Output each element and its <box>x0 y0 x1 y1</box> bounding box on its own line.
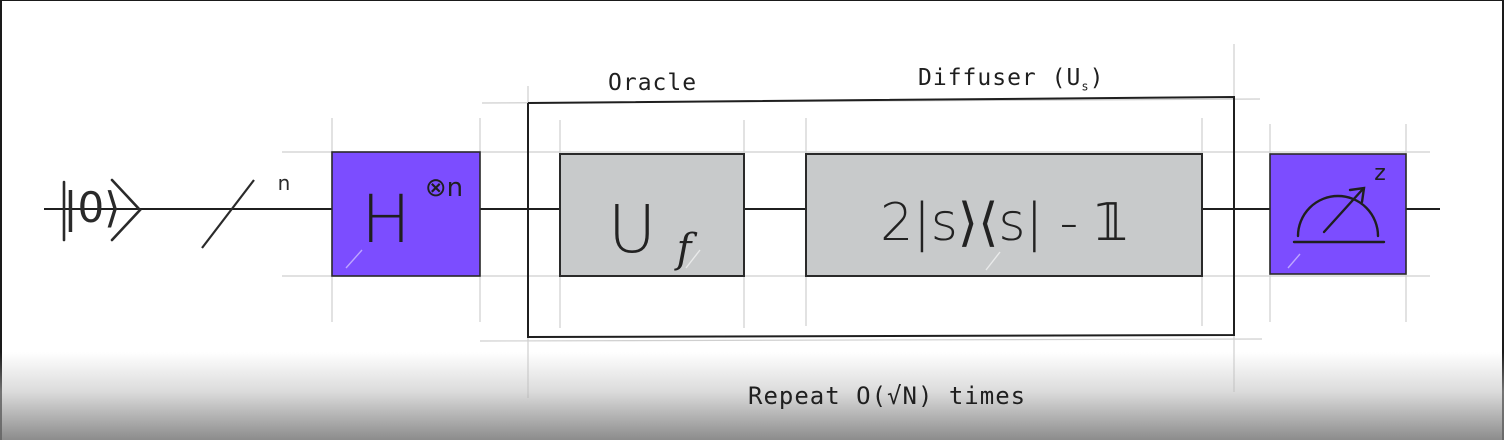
oracle-title: Oracle <box>608 70 698 96</box>
hadamard-label: H <box>361 181 411 258</box>
measurement-gate: z <box>1269 153 1407 275</box>
diffuser-formula: 2|s⟩⟨s| - 𝟙 <box>880 193 1128 253</box>
diffuser-title-subscript: s <box>1081 79 1090 94</box>
input-ket-label: |0⟩ <box>63 183 120 232</box>
oracle-gate: U f <box>559 153 745 277</box>
diffuser-title-close: ) <box>1089 65 1105 91</box>
hadamard-tensor-superscript: ⊗n <box>425 173 463 203</box>
oracle-gate-label: U <box>608 191 656 268</box>
hadamard-gate: H ⊗n <box>331 151 481 277</box>
repeat-caption: Repeat O(√N) times <box>748 382 1027 410</box>
diffuser-gate: 2|s⟩⟨s| - 𝟙 <box>805 153 1203 277</box>
diffuser-title: Diffuser (Us) <box>918 65 1104 94</box>
register-size-label: n <box>278 171 291 195</box>
diffuser-title-text: Diffuser (U <box>918 65 1082 91</box>
measurement-basis-label: z <box>1374 161 1386 186</box>
